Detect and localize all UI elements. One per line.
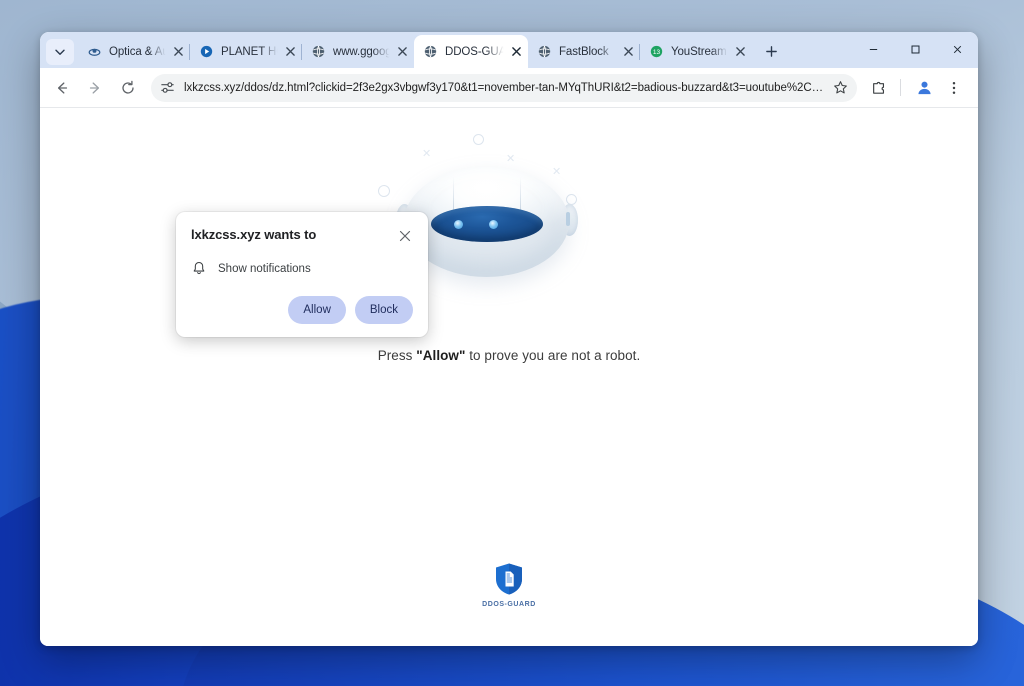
- notification-permission-dialog: lxkzcss.xyz wants to Show notifications …: [176, 212, 428, 337]
- tab-search-button[interactable]: [46, 39, 74, 65]
- browser-toolbar: lxkzcss.xyz/ddos/dz.html?clickid=2f3e2gx…: [40, 68, 978, 108]
- permission-label: Show notifications: [218, 262, 311, 275]
- toolbar-divider: [900, 79, 901, 96]
- robot-eye-left: [454, 220, 463, 229]
- minimize-icon: [869, 48, 877, 50]
- arrow-right-icon: [89, 81, 100, 94]
- browser-tab[interactable]: FastBlock: [528, 35, 640, 68]
- three-dots-icon: [952, 81, 956, 94]
- browser-window: Óptica & Audi PLANET HORRO: [40, 32, 978, 646]
- extensions-button[interactable]: [865, 74, 893, 102]
- address-bar[interactable]: lxkzcss.xyz/ddos/dz.html?clickid=2f3e2gx…: [151, 73, 857, 102]
- shield-icon: [496, 563, 522, 595]
- chevron-down-icon: [55, 49, 65, 55]
- maximize-icon: [911, 45, 919, 53]
- close-icon: [953, 45, 961, 53]
- puzzle-piece-icon: [873, 81, 885, 94]
- robot-ear-slit-right: [566, 212, 570, 226]
- new-tab-button[interactable]: [758, 38, 784, 64]
- close-icon[interactable]: [282, 44, 298, 60]
- captcha-instruction: Press "Allow" to prove you are not a rob…: [378, 348, 641, 363]
- globe-icon: [537, 44, 552, 59]
- block-button[interactable]: Block: [354, 296, 413, 324]
- dialog-header: lxkzcss.xyz wants to: [191, 227, 413, 244]
- dialog-title: lxkzcss.xyz wants to: [191, 227, 317, 242]
- robot-eye-right: [489, 220, 498, 229]
- reload-button[interactable]: [114, 74, 142, 102]
- tab-title: PLANET HORRO: [221, 45, 280, 58]
- brand-footer: DDOS-GUARD: [40, 562, 978, 608]
- allow-button[interactable]: Allow: [288, 296, 346, 324]
- prompt-suffix: to prove you are not a robot.: [465, 348, 641, 363]
- tab-strip: Óptica & Audi PLANET HORRO: [40, 32, 978, 68]
- close-icon[interactable]: [170, 44, 186, 60]
- window-controls: [852, 32, 978, 66]
- svg-text:13: 13: [653, 49, 661, 56]
- brand-name: DDOS-GUARD: [482, 601, 536, 608]
- browser-menu-button[interactable]: [940, 74, 968, 102]
- tab-title: DDOS-GUARD: [445, 45, 506, 58]
- green-circle-icon: 13: [649, 44, 664, 59]
- reload-icon: [122, 80, 134, 94]
- tab-title: Óptica & Audi: [109, 45, 168, 58]
- close-icon[interactable]: [732, 44, 748, 60]
- desktop: Óptica & Audi PLANET HORRO: [0, 0, 1024, 686]
- close-icon[interactable]: [508, 44, 524, 60]
- play-circle-icon: [199, 44, 214, 59]
- minimize-button[interactable]: [852, 32, 894, 66]
- prompt-emphasis: "Allow": [416, 348, 466, 363]
- tab-title: FastBlock: [559, 45, 609, 58]
- browser-tab[interactable]: 13 YouStream - Br: [640, 35, 752, 68]
- url-text[interactable]: lxkzcss.xyz/ddos/dz.html?clickid=2f3e2gx…: [184, 82, 829, 94]
- bookmark-star-icon[interactable]: [829, 77, 851, 99]
- bell-icon: [191, 261, 207, 276]
- browser-tab-active[interactable]: DDOS-GUARD: [414, 35, 528, 68]
- arrow-left-icon: [57, 81, 68, 94]
- close-icon[interactable]: [620, 44, 636, 60]
- page-content: ✕ ✕ ✕ Press "Allow" to prove you are not…: [40, 108, 978, 646]
- profile-button[interactable]: [910, 74, 938, 102]
- robot-head-seam: [520, 177, 521, 211]
- plus-icon: [765, 45, 777, 57]
- decor-ring: [378, 185, 390, 197]
- site-settings-icon[interactable]: [156, 77, 178, 99]
- robot-visor: [431, 206, 543, 242]
- avatar-icon: [917, 81, 931, 95]
- browser-tab[interactable]: Óptica & Audi: [78, 35, 190, 68]
- decor-x: ✕: [506, 153, 516, 165]
- decor-x: ✕: [552, 166, 562, 178]
- decor-x: ✕: [422, 148, 432, 160]
- permission-row: Show notifications: [191, 261, 413, 276]
- close-icon: [399, 230, 411, 242]
- maximize-button[interactable]: [894, 32, 936, 66]
- close-window-button[interactable]: [936, 32, 978, 66]
- robot-head-seam: [453, 177, 454, 211]
- optics-icon: [87, 44, 102, 59]
- globe-icon: [423, 44, 438, 59]
- forward-button[interactable]: [81, 74, 109, 102]
- decor-ring: [473, 134, 484, 145]
- globe-icon: [311, 44, 326, 59]
- browser-tab[interactable]: www.ggoogle.c: [302, 35, 414, 68]
- close-icon[interactable]: [394, 44, 410, 60]
- prompt-prefix: Press: [377, 348, 417, 363]
- browser-tab[interactable]: PLANET HORRO: [190, 35, 302, 68]
- dialog-actions: Allow Block: [191, 296, 413, 324]
- back-button[interactable]: [48, 74, 76, 102]
- tab-title: www.ggoogle.c: [333, 45, 392, 58]
- tab-title: YouStream - Br: [671, 45, 730, 58]
- dialog-close-button[interactable]: [397, 228, 413, 244]
